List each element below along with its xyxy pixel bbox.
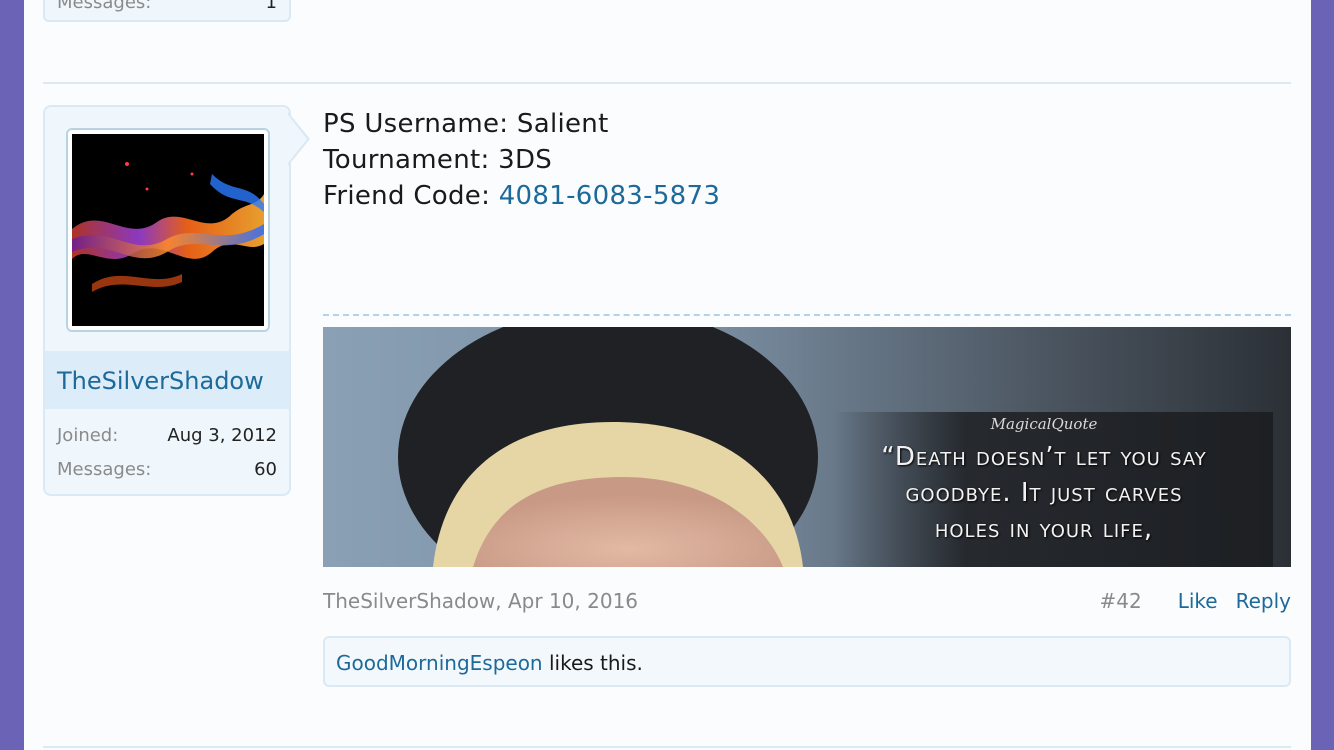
messages-label: Messages: [57,459,152,480]
signature-divider [323,314,1291,316]
userblock-arrow-inner [288,115,307,163]
post-divider [43,746,1291,748]
user-extra-info: Joined: Aug 3, 2012 Messages: 60 [45,409,289,480]
post-divider [43,82,1291,84]
friend-code-label: Friend Code: [323,181,499,211]
messages-row: Messages: 60 [45,443,289,480]
avatar[interactable] [66,128,270,332]
reply-button[interactable]: Reply [1236,589,1291,613]
likes-text: GoodMorningEspeon likes this. [336,651,643,675]
messages-count: 1 [265,0,277,13]
magicalquote-logo: MagicalQuote [990,415,1098,433]
joined-row: Joined: Aug 3, 2012 [45,409,289,446]
flame-avatar-graphic [72,134,264,326]
ps-username-line: PS Username: Salient [323,109,609,139]
previous-user-info: Messages: 1 [43,0,291,22]
message-content: PS Username: Salient Tournament: 3DS Fri… [323,106,1291,214]
author-date[interactable]: TheSilverShadow, Apr 10, 2016 [323,589,638,613]
quote-line: goodbye. It just carves [905,478,1183,508]
message-meta: TheSilverShadow, Apr 10, 2016 #42 Like Rep… [323,589,1291,615]
user-info-block: TheSilverShadow Joined: Aug 3, 2012 Mess… [43,105,291,496]
likes-suffix: likes this. [542,651,643,675]
post-number-link[interactable]: #42 [1100,589,1142,613]
tournament-line: Tournament: 3DS [323,145,553,175]
likes-summary: GoodMorningEspeon likes this. [323,636,1291,687]
messages-count: 60 [254,459,277,480]
like-button[interactable]: Like [1178,589,1218,613]
quote-overlay: MagicalQuote “Death doesn’t let you say … [829,415,1259,547]
friend-code-link[interactable]: 4081-6083-5873 [499,181,720,211]
signature-image: MagicalQuote “Death doesn’t let you say … [323,327,1291,567]
page: Messages: 1 TheSilverShadow Joined: Aug … [24,0,1311,750]
quote-line: holes in your life, [934,514,1154,544]
quote-line: “Death doesn’t let you say [881,442,1207,472]
username-panel: TheSilverShadow [45,351,289,409]
post-controls: #42 Like Reply [1100,589,1291,613]
messages-label: Messages: [57,0,152,13]
avatar-image[interactable] [72,134,264,326]
liker-link[interactable]: GoodMorningEspeon [336,651,543,675]
friend-code-line: Friend Code: 4081-6083-5873 [323,178,1291,214]
username-link[interactable]: TheSilverShadow [57,367,264,395]
